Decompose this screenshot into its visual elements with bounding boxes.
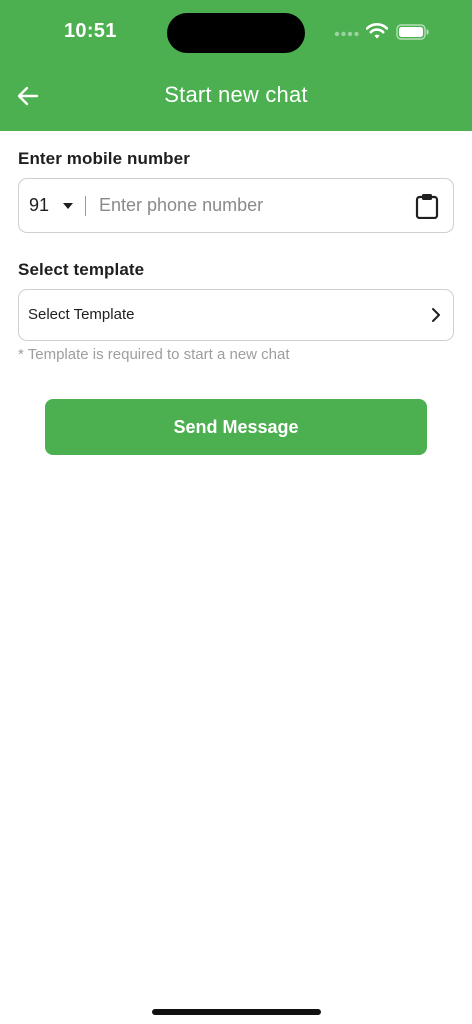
country-code-value: 91: [29, 195, 50, 215]
battery-icon: [396, 24, 429, 40]
app-header: 10:51 Start new chat: [0, 0, 472, 131]
field-divider: [85, 196, 86, 216]
template-label: Select template: [18, 260, 145, 279]
template-selector-text: Select Template: [28, 306, 135, 323]
dynamic-island: [167, 13, 305, 53]
wifi-icon: [366, 23, 388, 39]
send-message-button[interactable]: Send Message: [45, 399, 427, 455]
country-code-dropdown[interactable]: 91: [19, 179, 85, 232]
chevron-right-icon: [432, 308, 440, 322]
mobile-number-label: Enter mobile number: [18, 149, 190, 168]
template-hint: * Template is required to start a new ch…: [18, 346, 290, 363]
signal-icon: [334, 31, 359, 37]
page-title: Start new chat: [164, 82, 308, 107]
clipboard-icon[interactable]: [415, 193, 439, 219]
template-selector[interactable]: Select Template: [18, 289, 454, 341]
status-time: 10:51: [64, 20, 117, 42]
home-indicator: [152, 1009, 321, 1015]
status-bar: 10:51: [0, 0, 472, 64]
nav-bar: Start new chat: [0, 64, 472, 131]
phone-number-field: 91: [18, 178, 454, 233]
caret-down-icon: [63, 203, 73, 209]
phone-number-input[interactable]: [99, 189, 399, 222]
